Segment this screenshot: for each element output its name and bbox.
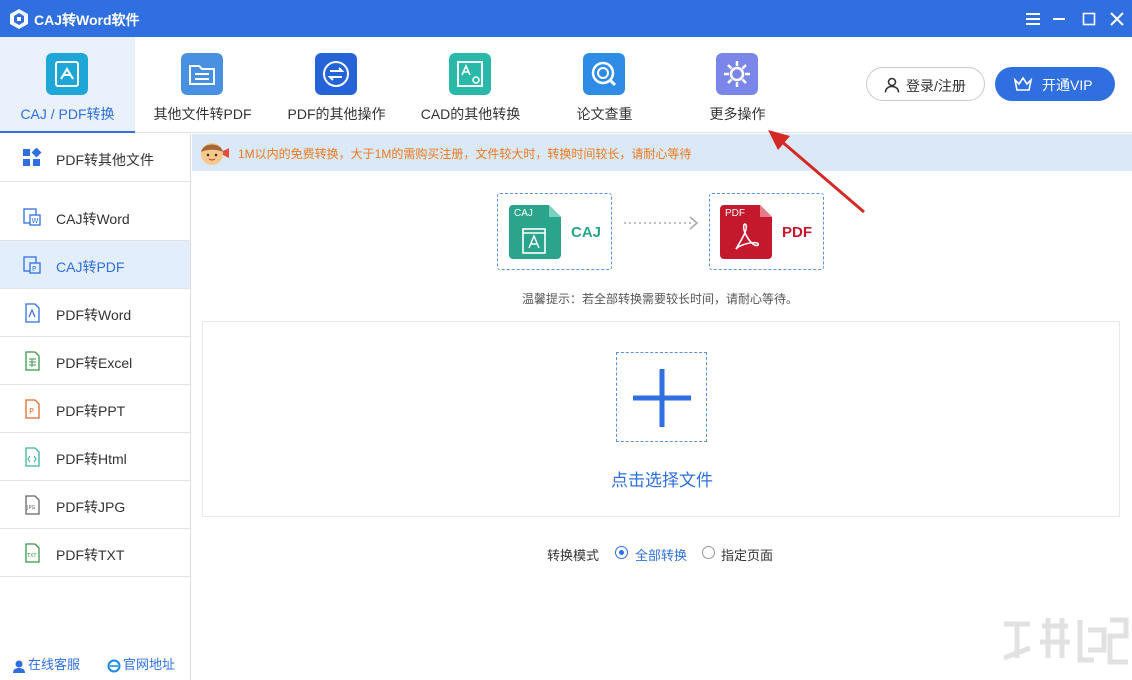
sidebar-item-label: PDF转JPG (56, 499, 126, 515)
tip-text: 温馨提示：若全部转换需要较长时间，请耐心等待。 (521, 292, 798, 306)
sidebar-item-caj-to-pdf[interactable]: P CAJ转PDF (0, 241, 190, 289)
menu-icon (1026, 13, 1040, 25)
maximize-icon (1082, 12, 1096, 26)
app-logo-icon (10, 9, 28, 29)
cad-icon (449, 53, 491, 95)
support-icon (13, 660, 25, 673)
sidebar-item-label: CAJ转Word (56, 211, 130, 227)
minimize-icon (1053, 18, 1065, 20)
caj-badge: CAJ (514, 208, 533, 219)
tab-more-ops[interactable]: 更多操作 (671, 37, 804, 133)
tab-label: CAD的其他转换 (420, 106, 521, 122)
tab-label: 论文查重 (576, 106, 633, 122)
excel-icon (25, 351, 40, 371)
svg-text:TXT: TXT (26, 553, 37, 559)
svg-text:W: W (32, 217, 39, 225)
tab-caj-pdf-convert[interactable]: CAJ / PDF转换 (0, 37, 135, 133)
select-file-label[interactable]: 点击选择文件 (203, 466, 1121, 491)
notice-bar: 1M以内的免费转换，大于1M的需购买注册，文件较大时，转换时间较长，请耐心等待 (192, 134, 1132, 171)
convert-arrow-icon (624, 216, 699, 230)
mascot-icon (201, 143, 229, 165)
caj-pdf-convert-icon (46, 53, 88, 95)
jpg-icon: JPG (25, 495, 40, 515)
html-icon (25, 447, 40, 467)
close-icon (1110, 12, 1124, 26)
official-website-link[interactable]: 官网地址 (107, 654, 175, 673)
svg-text:JPG: JPG (26, 505, 35, 511)
grid-icon (23, 148, 42, 166)
login-register-button[interactable]: 登录/注册 (866, 67, 985, 101)
gear-icon (716, 53, 758, 95)
minimize-button[interactable] (1046, 6, 1072, 32)
source-format-card: CAJ CAJ (497, 193, 612, 270)
tab-other-to-pdf[interactable]: 其他文件转PDF (135, 37, 270, 133)
sidebar-item-pdf-to-ppt[interactable]: P PDF转PPT (0, 385, 190, 433)
radio-specific-pages[interactable] (702, 546, 715, 559)
tab-pdf-other-ops[interactable]: PDF的其他操作 (270, 37, 403, 133)
sidebar-item-label: PDF转Html (56, 451, 127, 467)
ppt-icon: P (25, 399, 40, 419)
search-icon (583, 53, 625, 95)
sidebar-item-label: PDF转PPT (56, 403, 126, 419)
close-button[interactable] (1104, 6, 1130, 32)
pdf-format-label: PDF (782, 224, 812, 241)
file-drop-area[interactable]: 点击选择文件 (202, 321, 1120, 517)
notice-text: 1M以内的免费转换，大于1M的需购买注册，文件较大时，转换时间较长，请耐心等待 (238, 147, 692, 161)
official-website-label: 官网地址 (123, 657, 176, 672)
mode-label: 转换模式 (547, 548, 600, 563)
radio-all-pages[interactable] (615, 546, 628, 559)
sidebar-item-pdf-to-txt[interactable]: TXT PDF转TXT (0, 529, 190, 577)
open-vip-button[interactable]: 开通VIP (995, 67, 1115, 101)
sidebar: PDF转其他文件 W CAJ转Word P CAJ转PDF PDF转Word P… (0, 134, 191, 680)
main-toolbar: CAJ / PDF转换 其他文件转PDF PDF的其他操作 CAD的其他转换 论… (0, 37, 1132, 133)
sidebar-item-label: PDF转Word (56, 307, 132, 323)
pdf-badge: PDF (725, 208, 745, 219)
login-label: 登录/注册 (906, 78, 966, 94)
online-support-label: 在线客服 (28, 657, 81, 672)
sidebar-item-label: PDF转Excel (56, 355, 133, 371)
crown-icon (1013, 76, 1033, 91)
add-file-button[interactable] (616, 352, 707, 442)
title-bar: CAJ转Word软件 (0, 0, 1132, 37)
sidebar-item-pdf-to-jpg[interactable]: JPG PDF转JPG (0, 481, 190, 529)
tab-label: PDF的其他操作 (287, 106, 386, 122)
radio-specific-pages-label[interactable]: 指定页面 (721, 545, 773, 564)
svg-text:P: P (29, 407, 34, 416)
tab-paper-check[interactable]: 论文查重 (538, 37, 671, 133)
txt-icon: TXT (25, 543, 40, 563)
annotation-arrow-icon (768, 130, 865, 214)
word-file-icon: W (23, 208, 41, 226)
browser-icon (107, 659, 121, 673)
tab-label: 其他文件转PDF (153, 106, 252, 122)
caj-format-label: CAJ (571, 224, 602, 241)
folder-icon (181, 53, 223, 95)
online-support-link[interactable]: 在线客服 (12, 654, 80, 673)
menu-button[interactable] (1020, 6, 1046, 32)
radio-all-pages-label[interactable]: 全部转换 (635, 545, 687, 564)
user-icon (884, 77, 900, 93)
tab-label: CAJ / PDF转换 (20, 106, 115, 122)
pdf-file-icon: P (23, 256, 41, 274)
tab-cad-convert[interactable]: CAD的其他转换 (403, 37, 538, 133)
sidebar-item-label: PDF转TXT (56, 547, 125, 563)
swap-icon (315, 53, 357, 95)
app-title: CAJ转Word软件 (34, 12, 140, 28)
sidebar-item-pdf-to-html[interactable]: PDF转Html (0, 433, 190, 481)
maximize-button[interactable] (1076, 6, 1102, 32)
sidebar-item-label: CAJ转PDF (56, 259, 125, 275)
sidebar-item-caj-to-word[interactable]: W CAJ转Word (0, 193, 190, 241)
sidebar-item-label: PDF转其他文件 (56, 152, 154, 168)
vip-label: 开通VIP (1042, 77, 1093, 93)
plus-icon (633, 369, 691, 427)
sidebar-item-pdf-to-other[interactable]: PDF转其他文件 (0, 134, 190, 182)
watermark-logo (1003, 617, 1129, 665)
svg-text:P: P (32, 265, 36, 273)
sidebar-item-pdf-to-excel[interactable]: PDF转Excel (0, 337, 190, 385)
